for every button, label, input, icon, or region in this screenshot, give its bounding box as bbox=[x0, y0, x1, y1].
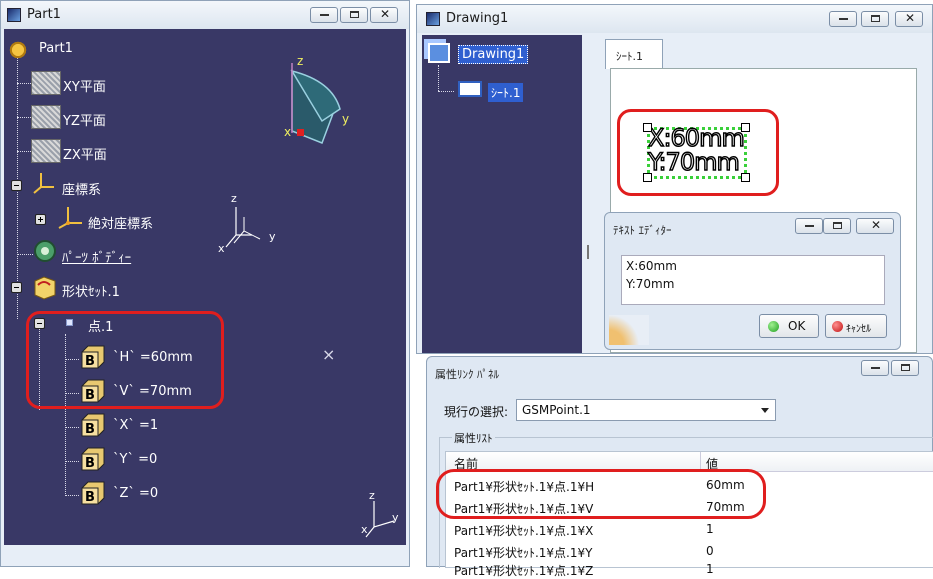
row-value: 0 bbox=[706, 544, 714, 558]
sheet-icon bbox=[458, 81, 482, 97]
selection-dropdown-value: GSMPoint.1 bbox=[522, 403, 591, 417]
maximize-button[interactable] bbox=[861, 11, 889, 27]
tree-item-absolute-axis[interactable]: 絶対座標系 bbox=[88, 213, 153, 232]
close-button[interactable]: ✕ bbox=[370, 7, 398, 23]
axis-system-icon bbox=[33, 173, 54, 194]
catia-app-icon bbox=[426, 12, 440, 26]
drawing-tree-root[interactable]: Drawing1 bbox=[458, 45, 529, 64]
svg-text:B: B bbox=[85, 456, 95, 471]
catia-app-icon bbox=[7, 8, 21, 22]
attr-list-group-label: 属性ﾘｽﾄ bbox=[452, 430, 495, 446]
corner-y-label: y bbox=[392, 511, 399, 524]
text-editor-title: ﾃｷｽﾄ ｴﾃﾞｨﾀｰ bbox=[613, 224, 672, 237]
geometrical-set-icon bbox=[34, 276, 56, 300]
splitter-handle[interactable] bbox=[587, 245, 593, 259]
text-editor-area[interactable]: X:60mm Y:70mm bbox=[621, 255, 885, 305]
close-button[interactable]: ✕ bbox=[856, 218, 894, 234]
part-window: Part1 ✕ Part1 XY平面 YZ平面 ZX平面 座標系 絶対座標系 ﾊ… bbox=[0, 0, 410, 567]
maximize-button[interactable] bbox=[823, 218, 851, 234]
tree-item-zx-plane[interactable]: ZX平面 bbox=[63, 144, 107, 163]
cancel-label: ｷｬﾝｾﾙ bbox=[846, 324, 871, 335]
row-value: 1 bbox=[706, 522, 714, 536]
drawing-window-title: Drawing1 bbox=[446, 11, 509, 26]
highlight-frame bbox=[617, 109, 779, 196]
attr-current-label: 現行の選択: bbox=[444, 405, 509, 419]
sheet-tab-strip: ｼｰﾄ.1 bbox=[589, 35, 929, 69]
ok-label: OK bbox=[788, 319, 806, 333]
close-button[interactable]: ✕ bbox=[895, 11, 923, 27]
plane-icon bbox=[31, 105, 61, 129]
highlight-frame bbox=[26, 311, 224, 409]
corner-x-label: x bbox=[361, 523, 368, 536]
minimize-button[interactable] bbox=[861, 360, 889, 376]
drawing-tree-sheet[interactable]: ｼｰﾄ.1 bbox=[488, 83, 524, 102]
editor-line-2: Y:70mm bbox=[626, 277, 675, 291]
maximize-button[interactable] bbox=[891, 360, 919, 376]
decorative-globe-icon bbox=[609, 315, 649, 345]
editor-line-1: X:60mm bbox=[626, 259, 677, 273]
compass-icon[interactable] bbox=[262, 51, 362, 161]
param-x-label[interactable]: `X` =1 bbox=[113, 418, 158, 433]
tree-item-axis-system[interactable]: 座標系 bbox=[62, 179, 101, 198]
row-name: Part1¥形状ｾｯﾄ.1¥点.1¥Z bbox=[454, 564, 594, 578]
part-body-icon bbox=[34, 240, 56, 262]
tab-sheet1[interactable]: ｼｰﾄ.1 bbox=[605, 39, 663, 69]
row-value: 1 bbox=[706, 562, 714, 576]
cancel-icon bbox=[832, 321, 843, 332]
text-editor-dialog: ﾃｷｽﾄ ｴﾃﾞｨﾀｰ ✕ X:60mm Y:70mm OK ｷｬﾝｾﾙ bbox=[604, 212, 901, 350]
cancel-button[interactable]: ｷｬﾝｾﾙ bbox=[825, 314, 887, 338]
tab-sheet1-label: ｼｰﾄ.1 bbox=[616, 50, 643, 63]
plane-icon bbox=[31, 71, 61, 95]
row-name: Part1¥形状ｾｯﾄ.1¥点.1¥Y bbox=[454, 546, 593, 560]
minimize-button[interactable] bbox=[829, 11, 857, 27]
minimize-button[interactable] bbox=[795, 218, 823, 234]
param-z-label[interactable]: `Z` =0 bbox=[113, 486, 158, 501]
tree-root-label[interactable]: Part1 bbox=[39, 41, 73, 56]
axis-triad-icon bbox=[225, 207, 261, 248]
absolute-axis-icon bbox=[58, 207, 82, 229]
attr-panel-title: 属性ﾘﾝｸ ﾊﾟﾈﾙ bbox=[435, 368, 499, 381]
svg-text:B: B bbox=[85, 422, 95, 437]
chevron-down-icon[interactable] bbox=[761, 408, 769, 413]
tree-item-part-body[interactable]: ﾊﾟｰﾂ ﾎﾞﾃﾞｨｰ bbox=[62, 247, 131, 266]
part-root-icon[interactable] bbox=[7, 40, 29, 60]
ok-button[interactable]: OK bbox=[759, 314, 819, 338]
axis-y-label: y bbox=[269, 230, 276, 243]
drawing-tree: Drawing1 ｼｰﾄ.1 bbox=[422, 35, 589, 353]
parameter-b-icon: B bbox=[81, 447, 105, 471]
parameter-b-icon: B bbox=[81, 481, 105, 505]
minimize-button[interactable] bbox=[310, 7, 338, 23]
collapse-icon[interactable] bbox=[11, 282, 22, 293]
cross-marker-icon: × bbox=[322, 345, 336, 364]
compass-x-label: x bbox=[284, 125, 292, 139]
axis-x-label: x bbox=[218, 242, 225, 255]
corner-z-label: z bbox=[369, 489, 375, 502]
drawing-icon bbox=[428, 43, 450, 63]
selection-dropdown[interactable]: GSMPoint.1 bbox=[516, 399, 776, 421]
ok-icon bbox=[768, 321, 779, 332]
part-specification-tree: Part1 XY平面 YZ平面 ZX平面 座標系 絶対座標系 ﾊﾟｰﾂ ﾎﾞﾃﾞ… bbox=[4, 29, 406, 545]
plane-icon bbox=[31, 139, 61, 163]
maximize-button[interactable] bbox=[340, 7, 368, 23]
tree-item-yz-plane[interactable]: YZ平面 bbox=[63, 110, 106, 129]
part-titlebar[interactable]: Part1 ✕ bbox=[1, 1, 409, 29]
tree-item-geometrical-set[interactable]: 形状ｾｯﾄ.1 bbox=[62, 281, 120, 300]
attribute-link-panel: 属性ﾘﾝｸ ﾊﾟﾈﾙ 現行の選択: GSMPoint.1 属性ﾘｽﾄ 名前 値 … bbox=[426, 356, 933, 578]
tree-item-xy-plane[interactable]: XY平面 bbox=[63, 76, 106, 95]
compass-y-label: y bbox=[342, 112, 350, 126]
expand-icon[interactable] bbox=[35, 214, 46, 225]
compass-z-label: z bbox=[297, 54, 304, 68]
drawing-titlebar[interactable]: Drawing1 ✕ bbox=[417, 5, 932, 33]
svg-text:B: B bbox=[85, 490, 95, 505]
parameter-b-icon: B bbox=[81, 413, 105, 437]
highlight-frame bbox=[436, 469, 766, 519]
row-name: Part1¥形状ｾｯﾄ.1¥点.1¥X bbox=[454, 524, 594, 538]
param-y-label[interactable]: `Y` =0 bbox=[113, 452, 157, 467]
collapse-icon[interactable] bbox=[11, 180, 22, 191]
axis-z-label: z bbox=[231, 192, 237, 205]
part-window-title: Part1 bbox=[27, 7, 61, 22]
